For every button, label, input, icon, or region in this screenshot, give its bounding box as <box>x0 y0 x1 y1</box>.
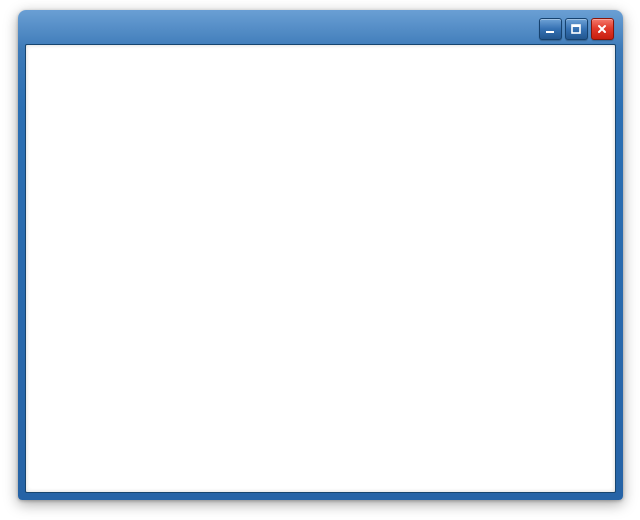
minimize-icon <box>544 23 556 35</box>
maximize-button[interactable] <box>565 18 588 40</box>
client-area <box>25 44 616 493</box>
titlebar[interactable] <box>25 10 616 44</box>
maximize-icon <box>570 23 582 35</box>
application-window <box>18 10 623 500</box>
close-icon <box>596 23 608 35</box>
close-button[interactable] <box>591 18 614 40</box>
minimize-button[interactable] <box>539 18 562 40</box>
